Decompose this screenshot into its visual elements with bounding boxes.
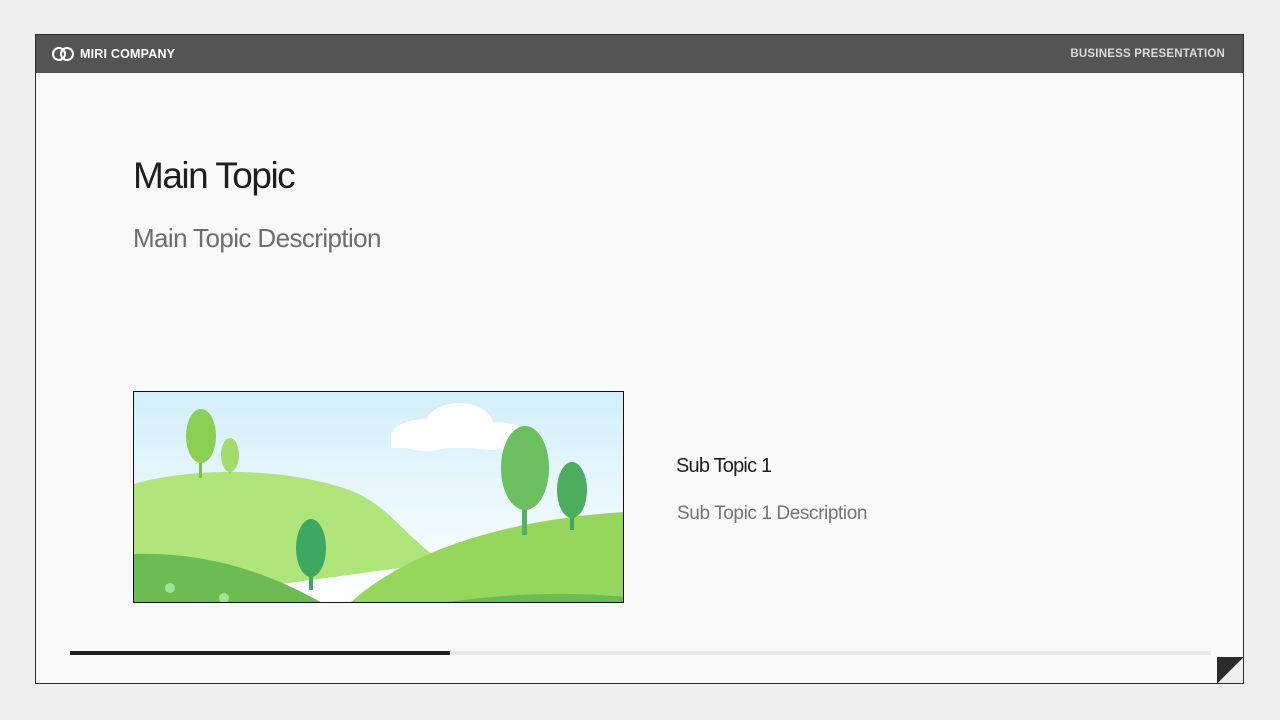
main-topic-description: Main Topic Description bbox=[133, 223, 381, 253]
page-corner-fold-icon bbox=[1217, 657, 1243, 683]
miri-rings-logo-icon bbox=[52, 47, 74, 61]
landscape-illustration-graphic bbox=[134, 392, 623, 602]
brand-name: MIRI COMPANY bbox=[80, 47, 176, 61]
slide-progress-fill bbox=[70, 651, 450, 655]
brand: MIRI COMPANY bbox=[51, 35, 175, 73]
section-label: BUSINESS PRESENTATION bbox=[1070, 48, 1225, 60]
slide-progress-bar bbox=[70, 651, 1211, 655]
slide-header: MIRI COMPANY BUSINESS PRESENTATION bbox=[36, 35, 1243, 73]
main-topic-title: Main Topic bbox=[133, 155, 296, 196]
landscape-illustration bbox=[133, 391, 624, 603]
sub-topic-title: Sub Topic 1 bbox=[676, 455, 772, 477]
sub-topic-description: Sub Topic 1 Description bbox=[677, 503, 868, 524]
slide: MIRI COMPANY BUSINESS PRESENTATION Main … bbox=[35, 34, 1244, 684]
